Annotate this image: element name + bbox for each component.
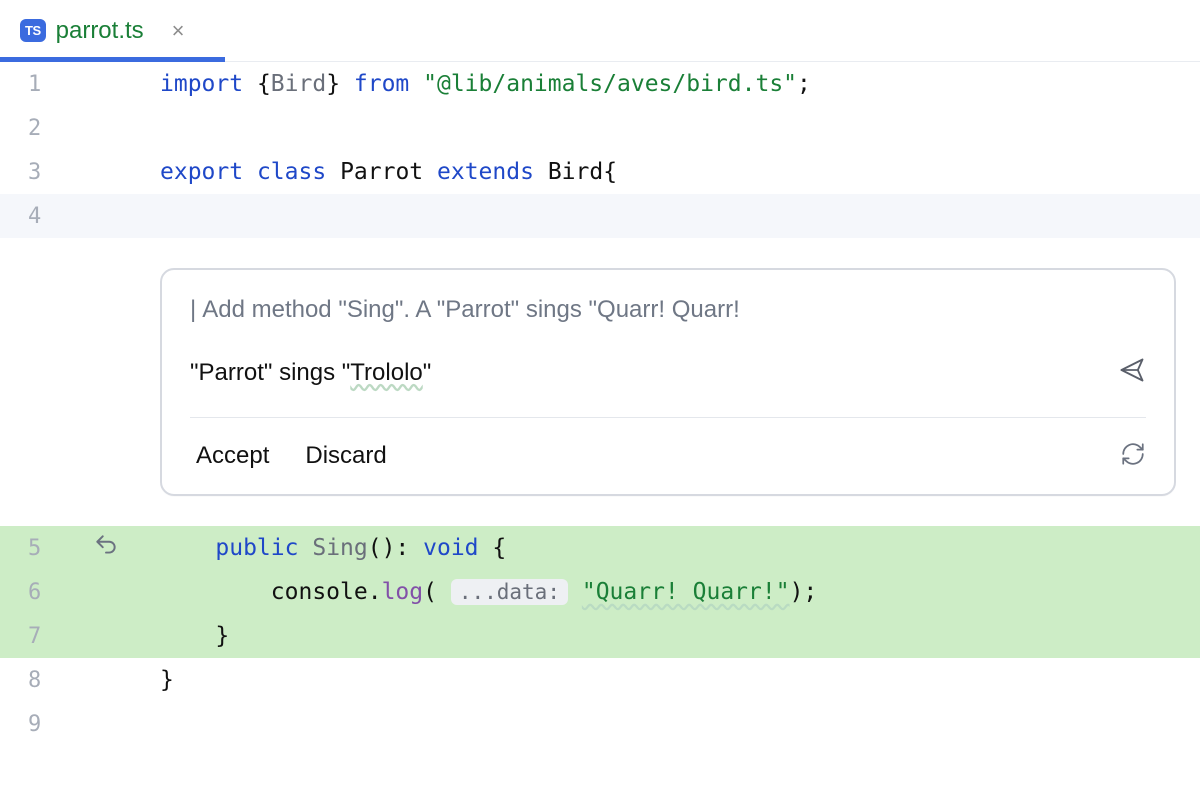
send-icon[interactable] xyxy=(1118,356,1146,389)
function-call: log xyxy=(382,579,424,605)
code-line-added[interactable]: 5 public Sing(): void { xyxy=(0,526,1200,570)
string-literal: "@lib/animals/aves/bird.ts" xyxy=(423,71,797,97)
line-number: 7 xyxy=(0,624,160,649)
input-text: " xyxy=(423,359,432,386)
instruction-content: Add method "Sing". A "Parrot" sings "Qua… xyxy=(202,296,740,324)
line-number: 4 xyxy=(0,204,160,229)
class-name: Parrot xyxy=(340,159,423,185)
input-text: "Parrot" sings " xyxy=(190,359,350,386)
keyword: import xyxy=(160,71,243,97)
space xyxy=(534,159,548,185)
brace: { xyxy=(479,535,507,561)
line-number: 5 xyxy=(0,532,160,564)
code-line[interactable]: 1 import {Bird} from "@lib/animals/aves/… xyxy=(0,62,1200,106)
ai-instruction-text: | Add method "Sing". A "Parrot" sings "Q… xyxy=(190,296,1146,324)
code-line-added[interactable]: 7 } xyxy=(0,614,1200,658)
discard-button[interactable]: Discard xyxy=(299,438,392,474)
line-number: 9 xyxy=(0,712,160,737)
brace: } xyxy=(215,623,229,649)
space xyxy=(409,71,423,97)
space xyxy=(423,159,437,185)
ai-suggestion-panel: | Add method "Sing". A "Parrot" sings "Q… xyxy=(160,268,1176,496)
tab-bar: TS parrot.ts × xyxy=(0,0,1200,62)
code-line[interactable]: 8 } xyxy=(0,658,1200,702)
code-line-active[interactable]: 4 xyxy=(0,194,1200,238)
file-tab[interactable]: TS parrot.ts × xyxy=(0,0,205,61)
undo-icon[interactable] xyxy=(93,532,119,564)
indent xyxy=(160,535,215,561)
line-number: 8 xyxy=(0,668,160,693)
space xyxy=(568,579,582,605)
space xyxy=(326,159,340,185)
keyword: from xyxy=(354,71,409,97)
line-number: 1 xyxy=(0,72,160,97)
ts-badge-icon: TS xyxy=(20,19,46,42)
parens: (): xyxy=(368,535,423,561)
line-number: 6 xyxy=(0,580,160,605)
keyword: public xyxy=(215,535,298,561)
code-line[interactable]: 3 export class Parrot extends Bird{ xyxy=(0,150,1200,194)
accept-button[interactable]: Accept xyxy=(190,438,275,474)
object: console xyxy=(271,579,368,605)
paren: ( xyxy=(423,579,451,605)
line-number: 3 xyxy=(0,160,160,185)
code-line[interactable]: 9 xyxy=(0,702,1200,746)
method-name: Sing xyxy=(312,535,367,561)
brace: { xyxy=(243,71,271,97)
space xyxy=(298,535,312,561)
ai-input[interactable]: "Parrot" sings "Trololo" xyxy=(190,359,431,387)
refresh-icon[interactable] xyxy=(1120,441,1146,472)
brace: } xyxy=(160,667,174,693)
line-number: 2 xyxy=(0,116,160,141)
keyword: extends xyxy=(437,159,534,185)
keyword: void xyxy=(423,535,478,561)
brace: { xyxy=(603,159,617,185)
code-line[interactable]: 2 xyxy=(0,106,1200,150)
identifier: Bird xyxy=(271,71,326,97)
dot: . xyxy=(368,579,382,605)
caret-icon: | xyxy=(190,296,196,324)
close-icon[interactable]: × xyxy=(172,20,185,42)
tab-active-indicator xyxy=(0,57,225,62)
indent xyxy=(160,623,215,649)
semicolon: ; xyxy=(797,71,811,97)
code-line-added[interactable]: 6 console.log( ...data: "Quarr! Quarr!")… xyxy=(0,570,1200,614)
paren: ); xyxy=(790,579,818,605)
string-literal: "Quarr! Quarr!" xyxy=(582,579,790,605)
inlay-hint: ...data: xyxy=(451,579,568,605)
space xyxy=(243,159,257,185)
tab-filename: parrot.ts xyxy=(56,17,144,45)
input-wavy-text: Trololo xyxy=(350,359,422,386)
keyword: class xyxy=(257,159,326,185)
base-class: Bird xyxy=(548,159,603,185)
brace: } xyxy=(326,71,354,97)
keyword: export xyxy=(160,159,243,185)
indent xyxy=(160,579,271,605)
